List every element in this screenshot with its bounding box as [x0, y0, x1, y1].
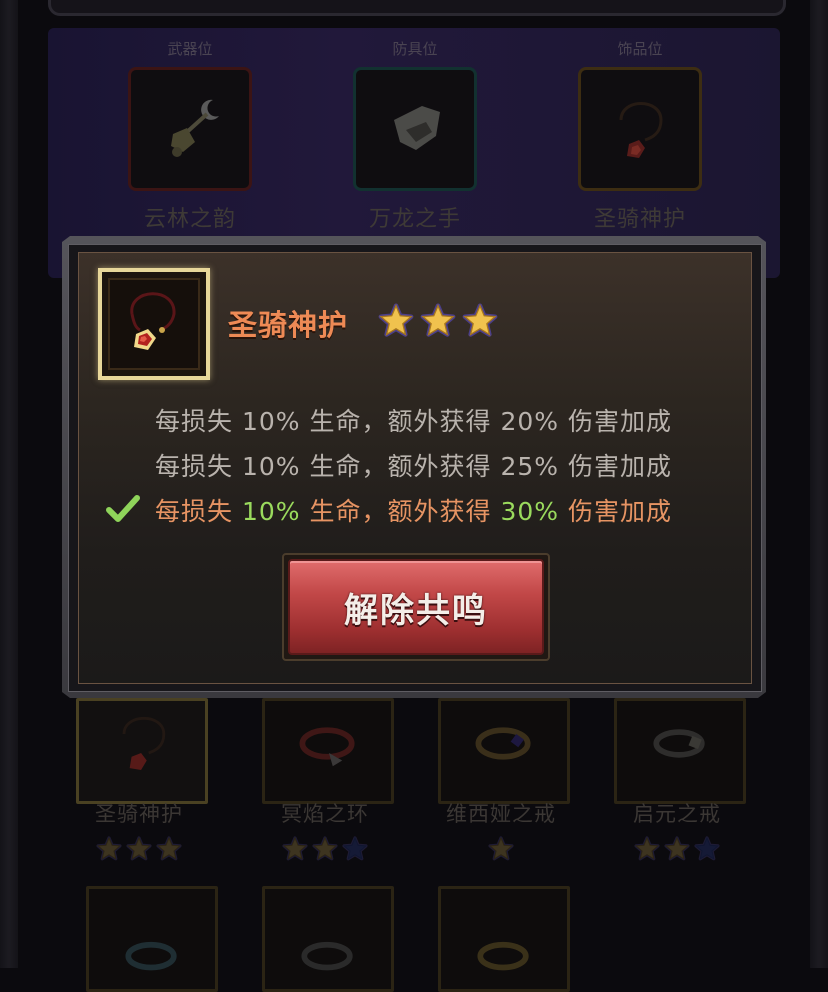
effect-text: 伤害加成: [568, 407, 673, 436]
inventory-item-2[interactable]: [262, 698, 394, 804]
item-name: 圣骑神护: [228, 308, 349, 342]
effect-text: 伤害加成: [568, 452, 673, 481]
star-filled-icon: [634, 836, 660, 861]
accessory-slot-frame[interactable]: [555, 67, 731, 191]
inventory-stars: [602, 836, 752, 866]
ring-icon: [475, 727, 531, 760]
inventory-item-name: 圣骑神护: [95, 802, 183, 826]
armor-slot[interactable]: 防具位 万龙之手: [330, 38, 506, 233]
slot-title: 防具位: [392, 40, 438, 58]
effect-text: 伤害加成: [568, 497, 673, 526]
accessory-slot[interactable]: 饰品位 圣骑神护: [555, 38, 731, 233]
gauntlet-icon: [394, 106, 440, 150]
ring-icon: [477, 941, 529, 971]
inventory-item-5[interactable]: [86, 886, 218, 992]
star-filled-icon: [156, 836, 182, 861]
inventory-item-6[interactable]: [262, 886, 394, 992]
armor-slot-frame[interactable]: [330, 67, 506, 191]
effect-text: 每损失: [155, 452, 234, 481]
ring-icon: [299, 727, 355, 767]
checkmark-icon: [106, 495, 140, 522]
slot-item-name: 万龙之手: [368, 207, 461, 232]
star-empty-icon: [342, 836, 368, 861]
effect-text: 每损失: [155, 497, 234, 526]
inventory-item-name: 维西娅之戒: [446, 802, 556, 826]
inventory-item-1[interactable]: [76, 698, 208, 804]
effect-text: 生命，额外获得: [309, 452, 492, 481]
inventory-item-4[interactable]: [614, 698, 746, 804]
star-filled-icon: [664, 836, 690, 861]
effect-value: 10%: [241, 497, 301, 526]
necklace-icon: [619, 102, 663, 158]
item-icon-bg: [108, 278, 200, 370]
inventory-item-3[interactable]: [438, 698, 570, 804]
ring-icon: [125, 941, 177, 971]
effect-text: 生命，额外获得: [309, 497, 492, 526]
right-rail: [810, 0, 828, 968]
item-icon-frame: [98, 268, 210, 380]
inventory-item-name: 冥焰之环: [281, 802, 369, 826]
slot-item-name: 圣骑神护: [593, 207, 686, 232]
star-filled-icon: [312, 836, 338, 861]
effect-line-1: 每损失 10% 生命，额外获得 20% 伤害加成: [155, 402, 672, 438]
left-rail: [0, 0, 18, 968]
star-filled-icon: [420, 303, 456, 337]
bell-moon-icon: [171, 99, 219, 157]
effect-value: 30%: [500, 497, 560, 526]
ring-icon: [653, 729, 705, 758]
inventory-stars: [64, 836, 214, 866]
effect-value: 10%: [241, 452, 301, 481]
effect-line-3-active: 每损失 10% 生命，额外获得 30% 伤害加成: [155, 492, 672, 528]
star-filled-icon: [378, 303, 414, 337]
effect-line-2: 每损失 10% 生命，额外获得 25% 伤害加成: [155, 447, 672, 483]
star-filled-icon: [488, 836, 514, 861]
top-bar: [48, 0, 786, 16]
star-filled-icon: [126, 836, 152, 861]
button-label: 解除共鸣: [344, 590, 488, 631]
effect-text: 生命，额外获得: [309, 407, 492, 436]
item-star-rating: [378, 303, 504, 343]
inventory-item-name: 启元之戒: [633, 802, 721, 826]
ring-icon: [301, 941, 353, 971]
slot-title: 武器位: [167, 40, 213, 58]
slot-title: 饰品位: [617, 40, 663, 58]
effect-text: 每损失: [155, 407, 234, 436]
star-filled-icon: [282, 836, 308, 861]
necklace-icon: [130, 292, 176, 350]
release-resonance-button[interactable]: 解除共鸣: [288, 559, 544, 655]
slot-item-name: 云林之韵: [143, 207, 236, 232]
inventory-item-7[interactable]: [438, 886, 570, 992]
star-filled-icon: [462, 303, 498, 337]
inventory-stars: [250, 836, 400, 866]
star-empty-icon: [694, 836, 720, 861]
inventory-stars: [426, 836, 576, 866]
necklace-icon: [122, 716, 166, 771]
effect-value: 10%: [241, 407, 301, 436]
star-filled-icon: [96, 836, 122, 861]
weapon-slot-frame[interactable]: [105, 67, 281, 191]
weapon-slot[interactable]: 武器位 云林之韵: [105, 38, 281, 233]
effect-value: 20%: [500, 407, 560, 436]
effect-value: 25%: [500, 452, 560, 481]
